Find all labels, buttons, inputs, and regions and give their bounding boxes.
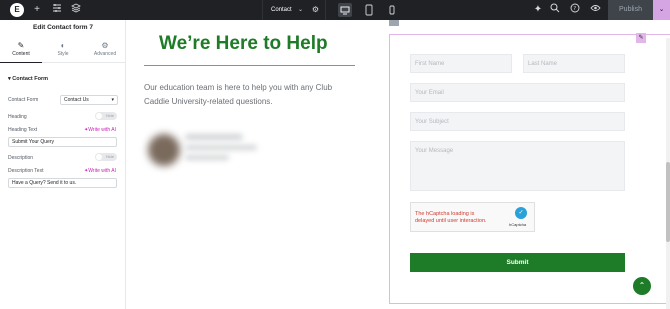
scroll-to-top-chevron-up-icon[interactable]: ⌃ (633, 277, 651, 295)
tablet-icon[interactable] (362, 3, 376, 17)
page-canvas: We’re Here to Help Our education team is… (127, 20, 670, 309)
editor-topbar: E + Contact ⌄ ⚙ ✦ ? Publish ⌄ (0, 0, 670, 20)
desktop-icon[interactable] (338, 3, 352, 17)
help-icon[interactable]: ? (568, 3, 582, 17)
section-title: Contact Form (12, 76, 49, 82)
search-icon[interactable] (548, 3, 562, 17)
heading-text-label: Heading Text (8, 127, 38, 133)
editor-panel: Edit Contact form 7 ✎ Content ◐ Style ⚙ … (0, 20, 126, 309)
tab-style[interactable]: ◐ Style (42, 37, 84, 63)
tab-advanced[interactable]: ⚙ Advanced (84, 37, 126, 63)
ai-label: Write with AI (88, 127, 116, 133)
publish-options-chevron-icon[interactable]: ⌄ (653, 0, 670, 20)
intro-description: Our education team is here to help you w… (144, 83, 333, 106)
settings-sliders-icon[interactable] (50, 3, 64, 17)
contact-form-value: Contact Us (64, 97, 89, 103)
blurred-avatar (148, 134, 180, 166)
tab-content[interactable]: ✎ Content (0, 37, 42, 63)
contact-form-label: Contact Form (8, 97, 39, 103)
page-name: Contact (271, 7, 292, 13)
page-headline: We’re Here to Help (159, 33, 328, 54)
description-toggle-label: Hide (105, 154, 114, 159)
last-name-field[interactable]: Last Name (523, 54, 625, 73)
mobile-icon[interactable] (385, 3, 399, 17)
hcaptcha-box[interactable]: The hCaptcha loading is delayed until us… (410, 202, 535, 232)
contact-form-select[interactable]: Contact Us ▾ (60, 95, 118, 105)
description-toggle[interactable]: Hide (95, 153, 117, 161)
toggle-knob (96, 113, 102, 119)
caret-down-icon: ▾ (111, 97, 114, 103)
scrollbar-thumb[interactable] (666, 162, 670, 242)
heading-toggle[interactable]: Hide (95, 112, 117, 120)
write-with-ai-link[interactable]: ✦Write with AI (84, 127, 116, 133)
section-handle[interactable] (389, 20, 399, 26)
edit-widget-pencil-icon[interactable]: ✎ (636, 33, 646, 43)
publish-button[interactable]: Publish (608, 0, 653, 20)
svg-text:?: ? (573, 6, 576, 12)
submit-button[interactable]: Submit (410, 253, 625, 272)
description-text-input[interactable]: Have a Query? Send it to us. (8, 178, 117, 188)
captcha-message: The hCaptcha loading is delayed until us… (415, 211, 487, 224)
preview-eye-icon[interactable] (588, 3, 602, 17)
hcaptcha-logo-icon: ✓ (515, 207, 527, 219)
page-selector[interactable]: Contact ⌄ ⚙ (262, 0, 326, 20)
gear-icon: ⚙ (101, 41, 109, 50)
tab-content-label: Content (12, 51, 30, 57)
heading-text-input[interactable]: Submit Your Query (8, 137, 117, 147)
pencil-icon: ✎ (17, 41, 25, 50)
divider (144, 65, 355, 66)
chevron-down-icon: ⌄ (297, 7, 303, 13)
message-field[interactable]: Your Message (410, 141, 625, 191)
heading-label: Heading (8, 114, 27, 120)
panel-title: Edit Contact form 7 (33, 24, 93, 31)
email-field[interactable]: Your Email (410, 83, 625, 102)
gear-icon[interactable]: ⚙ (312, 0, 319, 20)
tab-advanced-label: Advanced (93, 51, 117, 57)
ai-label: Write with AI (88, 168, 116, 174)
notes-icon[interactable]: ✦ (531, 3, 545, 17)
blurred-detail (185, 155, 229, 160)
write-with-ai-link[interactable]: ✦Write with AI (84, 168, 116, 174)
layers-icon[interactable] (69, 3, 83, 17)
toggle-knob (96, 154, 102, 160)
heading-toggle-label: Hide (105, 113, 114, 118)
tab-style-label: Style (57, 51, 69, 57)
blurred-title (185, 145, 257, 150)
description-text-label: Description Text (8, 168, 44, 174)
section-header-contact-form[interactable]: ▾ Contact Form (8, 76, 48, 82)
add-icon[interactable]: + (30, 3, 44, 17)
elementor-logo-button[interactable]: E (10, 3, 24, 17)
panel-tabs: ✎ Content ◐ Style ⚙ Advanced (0, 37, 126, 63)
subject-field[interactable]: Your Subject (410, 112, 625, 131)
blurred-name (185, 134, 243, 140)
half-circle-icon: ◐ (60, 41, 66, 50)
first-name-field[interactable]: First Name (410, 54, 512, 73)
hcaptcha-brand: hCaptcha (509, 222, 527, 227)
description-label: Description (8, 155, 34, 161)
